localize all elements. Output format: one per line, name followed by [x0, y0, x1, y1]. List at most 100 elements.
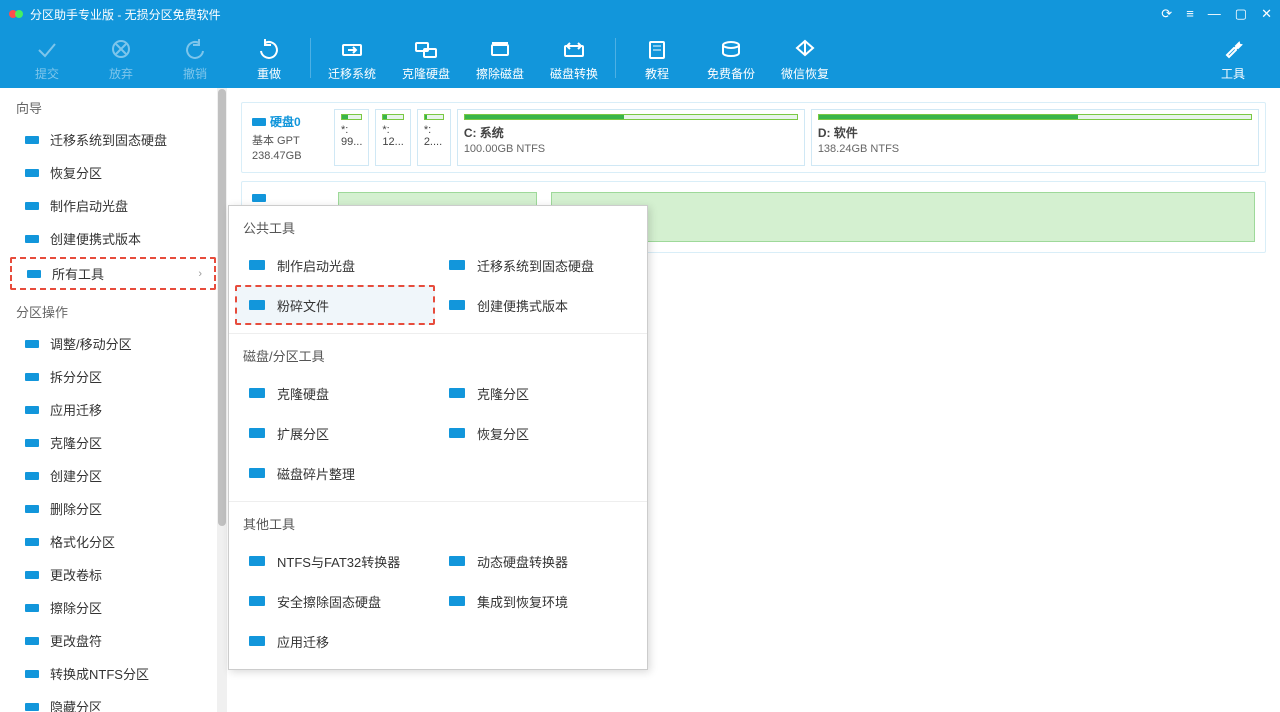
disk-info: 硬盘0 基本 GPT 238.47GB [248, 109, 328, 166]
wipe-icon [488, 35, 512, 63]
sidebar-item-5[interactable]: 删除分区 [0, 492, 226, 525]
tools-icon [1221, 35, 1245, 63]
sidebar-item-label: 应用迁移 [50, 400, 102, 419]
sidebar-item-icon [26, 266, 42, 282]
sidebar-item-icon [24, 165, 40, 181]
menu-button[interactable]: ≡ [1186, 6, 1194, 22]
refresh-button[interactable]: ⟳ [1161, 6, 1172, 22]
toolbar-migrate-button[interactable]: 迁移系统 [315, 28, 389, 88]
sidebar-item-icon [24, 402, 40, 418]
discard-icon [109, 35, 133, 63]
sidebar-item-7[interactable]: 更改卷标 [0, 558, 226, 591]
sidebar-item-label: 更改卷标 [50, 565, 102, 584]
sidebar-item-label: 格式化分区 [50, 532, 115, 551]
popup-item[interactable]: 克隆分区 [435, 373, 635, 413]
popup-section-public: 公共工具 [229, 206, 647, 245]
all-tools-popup: 公共工具 制作启动光盘迁移系统到固态硬盘粉碎文件创建便携式版本 磁盘/分区工具 … [228, 205, 648, 670]
partition-small-2[interactable]: *:2.... [417, 109, 451, 166]
sidebar-item-icon [24, 666, 40, 682]
popup-item[interactable]: 安全擦除固态硬盘 [235, 581, 435, 621]
toolbar-clone-button[interactable]: 克隆硬盘 [389, 28, 463, 88]
popup-item[interactable]: 集成到恢复环境 [435, 581, 635, 621]
popup-item-icon [247, 295, 267, 315]
popup-item[interactable]: 应用迁移 [235, 621, 435, 661]
partition-small-1[interactable]: *:12... [375, 109, 410, 166]
popup-item[interactable]: 克隆硬盘 [235, 373, 435, 413]
popup-item[interactable]: NTFS与FAT32转换器 [235, 541, 435, 581]
popup-item-icon [447, 255, 467, 275]
sidebar-item-label: 所有工具 [52, 264, 104, 283]
popup-item[interactable]: 磁盘碎片整理 [235, 453, 435, 493]
toolbar-redo-button[interactable]: 重做 [232, 28, 306, 88]
sidebar-item-label: 创建便携式版本 [50, 229, 141, 248]
popup-item[interactable]: 扩展分区 [235, 413, 435, 453]
sidebar-item-icon [24, 231, 40, 247]
sidebar-item-0[interactable]: 迁移系统到固态硬盘 [0, 123, 226, 156]
sidebar-item-8[interactable]: 擦除分区 [0, 591, 226, 624]
popup-item[interactable]: 动态硬盘转换器 [435, 541, 635, 581]
clone-icon [414, 35, 438, 63]
toolbar-backup-button[interactable]: 免费备份 [694, 28, 768, 88]
disk-row-0[interactable]: 硬盘0 基本 GPT 238.47GB *:99... *:12... *:2.… [241, 102, 1266, 173]
toolbar-wipe-button[interactable]: 擦除磁盘 [463, 28, 537, 88]
sidebar-item-1[interactable]: 拆分分区 [0, 360, 226, 393]
popup-item-label: 迁移系统到固态硬盘 [477, 256, 594, 275]
sidebar-item-icon [24, 633, 40, 649]
popup-item[interactable]: 制作启动光盘 [235, 245, 435, 285]
popup-item[interactable]: 粉碎文件 [235, 285, 435, 325]
popup-item-label: 恢复分区 [477, 424, 529, 443]
close-button[interactable]: ✕ [1261, 6, 1272, 22]
sidebar-item-label: 恢复分区 [50, 163, 102, 182]
sidebar-item-11[interactable]: 隐藏分区 [0, 690, 226, 712]
partition-d[interactable]: D: 软件138.24GB NTFS [811, 109, 1259, 166]
minimize-button[interactable]: — [1208, 6, 1221, 22]
sidebar-item-0[interactable]: 调整/移动分区 [0, 327, 226, 360]
sidebar-item-label: 迁移系统到固态硬盘 [50, 130, 167, 149]
sidebar-item-2[interactable]: 应用迁移 [0, 393, 226, 426]
sidebar-item-3[interactable]: 克隆分区 [0, 426, 226, 459]
sidebar-item-label: 转换成NTFS分区 [50, 664, 149, 683]
sidebar-item-9[interactable]: 更改盘符 [0, 624, 226, 657]
titlebar: 分区助手专业版 - 无损分区免费软件 ⟳ ≡ — ▢ ✕ [0, 0, 1280, 28]
sidebar-item-icon [24, 468, 40, 484]
wechat-icon [793, 35, 817, 63]
popup-item-label: 应用迁移 [277, 632, 329, 651]
sidebar-item-2[interactable]: 制作启动光盘 [0, 189, 226, 222]
popup-item[interactable]: 创建便携式版本 [435, 285, 635, 325]
partition-small-0[interactable]: *:99... [334, 109, 369, 166]
sidebar-item-label: 制作启动光盘 [50, 196, 128, 215]
chevron-right-icon: › [198, 268, 202, 280]
sidebar-item-icon [24, 699, 40, 712]
sidebar-item-6[interactable]: 格式化分区 [0, 525, 226, 558]
popup-item-icon [247, 423, 267, 443]
convert-icon [562, 35, 586, 63]
partition-c[interactable]: C: 系统100.00GB NTFS [457, 109, 805, 166]
sidebar-scrollbar[interactable] [217, 88, 227, 712]
sidebar-item-4[interactable]: 创建分区 [0, 459, 226, 492]
popup-section-disk: 磁盘/分区工具 [229, 333, 647, 373]
sidebar-item-1[interactable]: 恢复分区 [0, 156, 226, 189]
sidebar-item-label: 调整/移动分区 [50, 334, 132, 353]
app-logo-icon [8, 6, 24, 22]
sidebar-item-label: 删除分区 [50, 499, 102, 518]
popup-item-label: 集成到恢复环境 [477, 592, 568, 611]
popup-item[interactable]: 恢复分区 [435, 413, 635, 453]
popup-item-label: 制作启动光盘 [277, 256, 355, 275]
popup-item-label: 粉碎文件 [277, 296, 329, 315]
sidebar-item-3[interactable]: 创建便携式版本 [0, 222, 226, 255]
disk-icon [252, 116, 266, 128]
toolbar: 提交放弃撤销重做迁移系统克隆硬盘擦除磁盘磁盘转换教程免费备份微信恢复工具 [0, 28, 1280, 88]
sidebar-item-10[interactable]: 转换成NTFS分区 [0, 657, 226, 690]
sidebar-item-4[interactable]: 所有工具 › [10, 257, 216, 290]
toolbar-tutorial-button[interactable]: 教程 [620, 28, 694, 88]
popup-item-icon [247, 551, 267, 571]
popup-item-icon [447, 423, 467, 443]
toolbar-convert-button[interactable]: 磁盘转换 [537, 28, 611, 88]
sidebar-item-icon [24, 567, 40, 583]
toolbar-tools-button[interactable]: 工具 [1196, 28, 1270, 88]
sidebar-item-label: 克隆分区 [50, 433, 102, 452]
popup-item[interactable]: 迁移系统到固态硬盘 [435, 245, 635, 285]
toolbar-wechat-button[interactable]: 微信恢复 [768, 28, 842, 88]
sidebar-item-label: 更改盘符 [50, 631, 102, 650]
maximize-button[interactable]: ▢ [1235, 6, 1247, 22]
